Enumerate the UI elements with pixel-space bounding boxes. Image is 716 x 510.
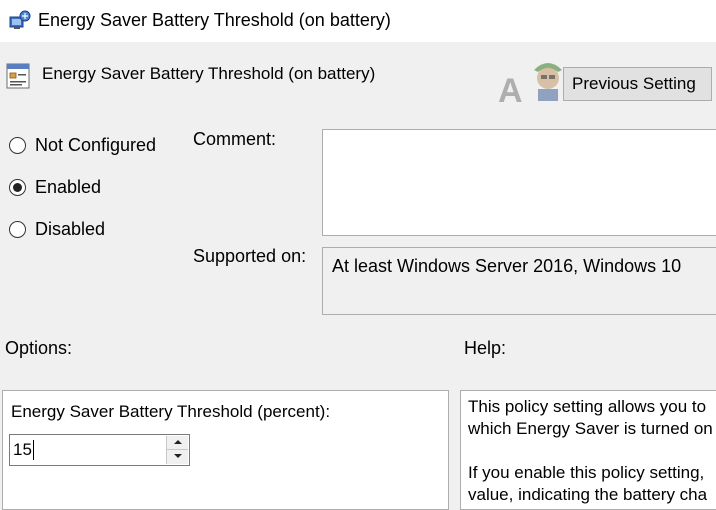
help-text-line: value, indicating the battery cha (468, 485, 708, 504)
supported-on-field: At least Windows Server 2016, Windows 10 (322, 247, 716, 315)
text-caret (33, 440, 34, 460)
help-label: Help: (464, 338, 507, 358)
options-label: Options: (5, 338, 73, 358)
group-policy-icon (9, 10, 31, 29)
chevron-down-icon (174, 454, 182, 458)
radio-not-configured[interactable]: Not Configured (9, 134, 156, 156)
radio-disabled[interactable]: Disabled (9, 218, 105, 240)
radio-label: Enabled (35, 177, 102, 197)
spin-up-button[interactable] (167, 436, 188, 450)
help-paragraph-gap (468, 440, 716, 462)
policy-setting-icon (6, 63, 30, 89)
window-title: Energy Saver Battery Threshold (on batte… (38, 10, 391, 30)
previous-setting-button[interactable]: Previous Setting (563, 67, 712, 101)
radio-circle[interactable] (9, 178, 26, 196)
supported-on-label: Supported on: (193, 246, 307, 266)
chevron-up-icon (174, 440, 182, 444)
threshold-spinbox[interactable]: 15 (9, 434, 190, 466)
threshold-value[interactable]: 15 (13, 440, 32, 460)
radio-enabled[interactable]: Enabled (9, 176, 101, 198)
threshold-label: Energy Saver Battery Threshold (percent)… (11, 402, 331, 421)
supported-on-value: At least Windows Server 2016, Windows 10 (332, 256, 682, 276)
radio-label: Disabled (35, 219, 106, 239)
comment-label: Comment: (193, 129, 277, 149)
radio-circle[interactable] (9, 136, 26, 154)
spin-buttons (166, 436, 188, 464)
help-text-line: If you enable this policy setting, (468, 463, 705, 482)
help-text-line: This policy setting allows you to (468, 397, 707, 416)
comment-field[interactable] (322, 129, 716, 236)
help-panel[interactable]: This policy setting allows you to which … (460, 390, 716, 510)
help-text-line: which Energy Saver is turned on (468, 419, 713, 438)
spin-down-button[interactable] (167, 450, 188, 464)
mascot-icon (534, 63, 562, 101)
options-panel: Energy Saver Battery Threshold (percent)… (2, 390, 449, 510)
policy-title: Energy Saver Battery Threshold (on batte… (42, 64, 376, 83)
watermark-letter: A (498, 72, 524, 110)
radio-circle[interactable] (9, 220, 26, 238)
radio-label: Not Configured (35, 135, 157, 155)
title-bar: Energy Saver Battery Threshold (on batte… (0, 0, 716, 42)
